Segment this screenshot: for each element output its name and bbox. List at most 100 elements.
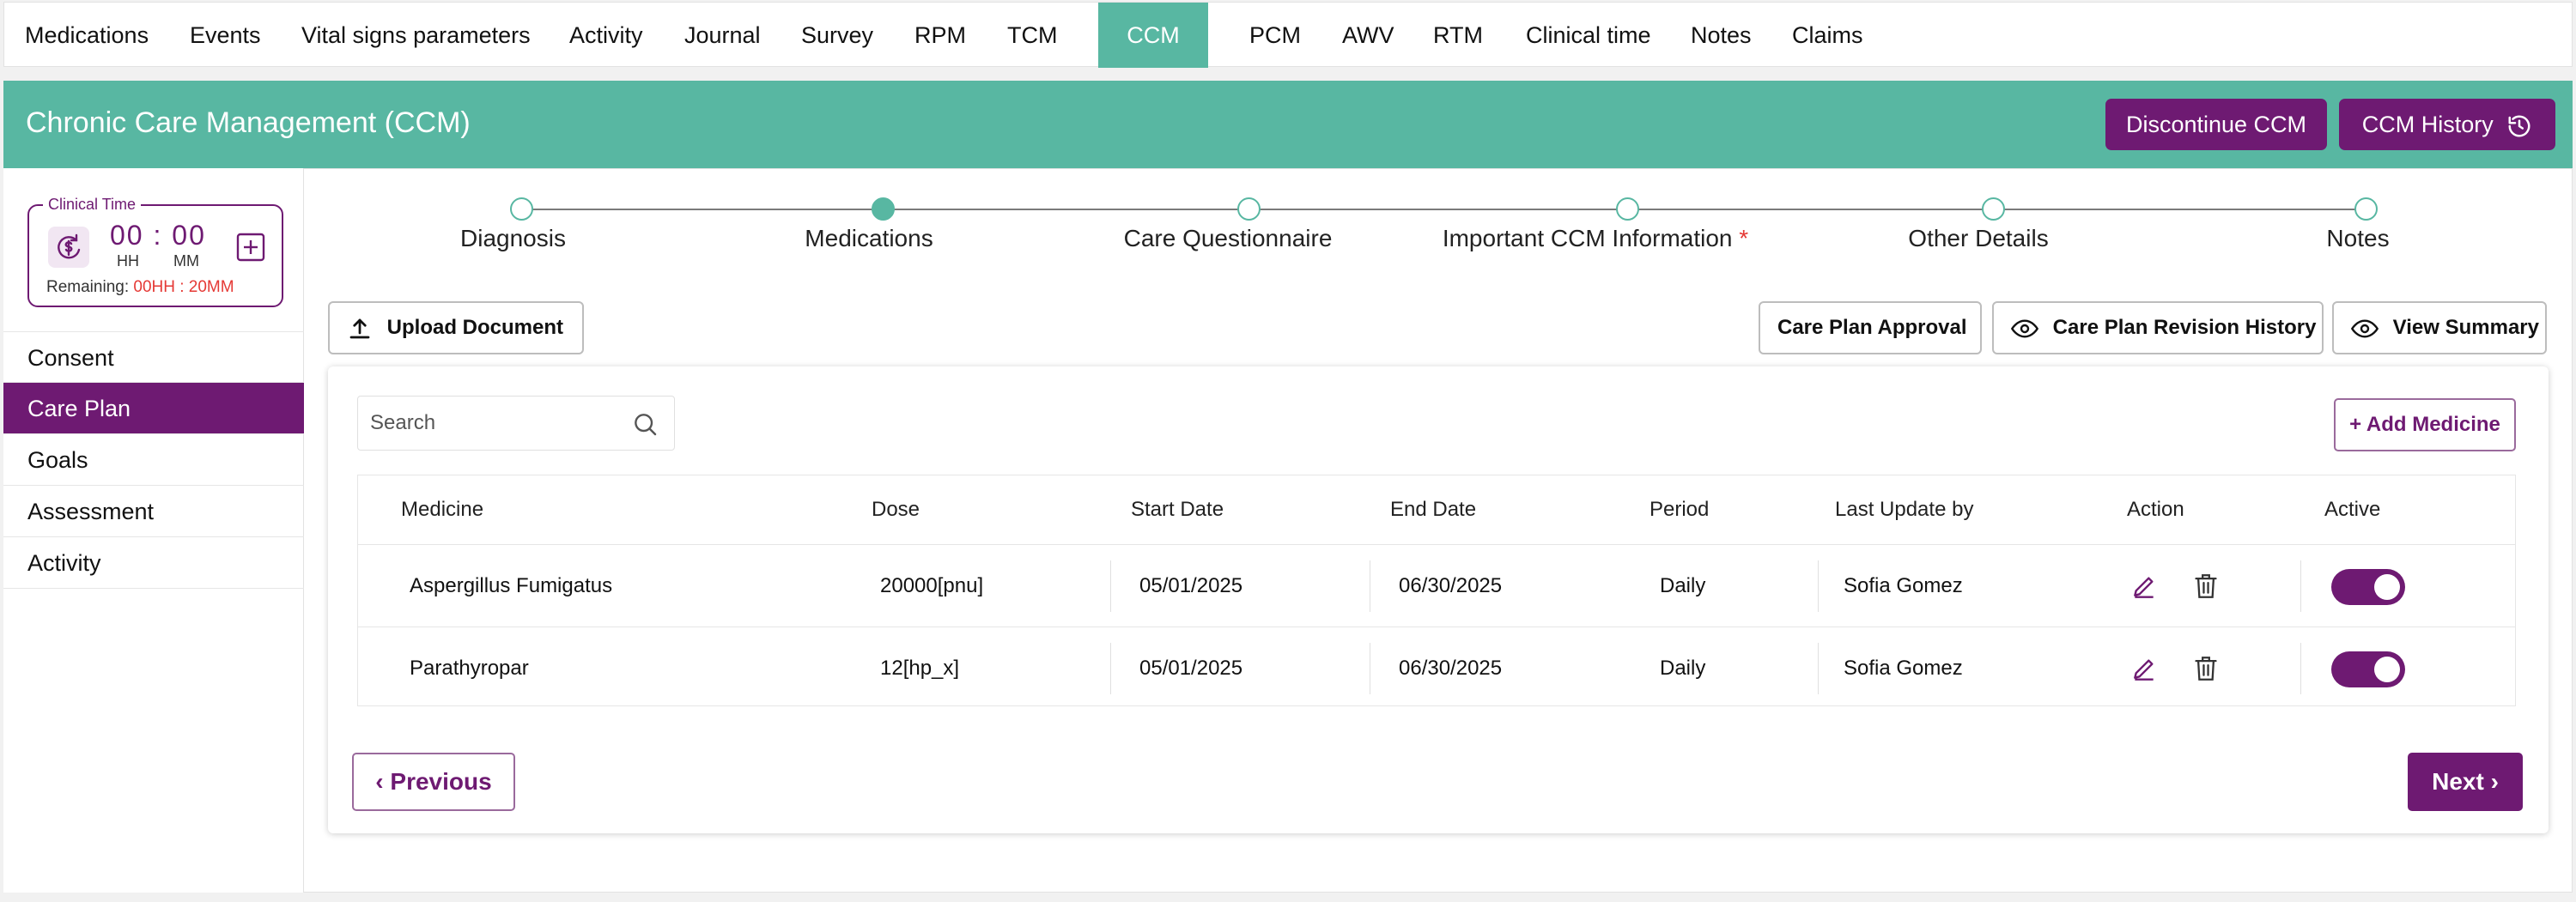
step-label-important-ccm-information[interactable]: Important CCM Information * <box>1443 225 1748 252</box>
chevron-right-icon: › <box>2490 768 2499 795</box>
cell-end-date: 06/30/2025 <box>1399 657 1503 680</box>
tab-rtm[interactable]: RTM <box>1433 3 1483 68</box>
clinical-time-hours: 00 <box>110 220 144 251</box>
column-header-start-date: Start Date <box>1131 498 1224 521</box>
cell-last-update-by: Sofia Gomez <box>1844 657 1963 680</box>
step-label-care-questionnaire[interactable]: Care Questionnaire <box>1124 225 1333 252</box>
tab-vital-signs-parameters[interactable]: Vital signs parameters <box>301 3 531 68</box>
tab-survey[interactable]: Survey <box>801 3 873 68</box>
tab-medications[interactable]: Medications <box>25 3 149 68</box>
step-label-diagnosis[interactable]: Diagnosis <box>460 225 566 252</box>
view-summary-label: View Summary <box>2392 316 2539 339</box>
table-row: Parathyropar 12[hp_x] 05/01/2025 06/30/2… <box>358 627 2515 709</box>
column-header-medicine: Medicine <box>401 498 484 521</box>
next-button[interactable]: Next › <box>2408 753 2523 811</box>
upload-document-label: Upload Document <box>386 316 564 339</box>
sidebar: Clinical Time 00 : 00 HH MM Remaining: 0… <box>3 168 304 893</box>
sidebar-item-consent[interactable]: Consent <box>3 331 304 383</box>
sidebar-item-care-plan[interactable]: Care Plan <box>3 383 304 434</box>
column-header-active: Active <box>2324 498 2381 521</box>
edit-icon[interactable] <box>2130 572 2158 604</box>
column-divider <box>1110 643 1111 694</box>
mm-label: MM <box>173 252 199 269</box>
tab-notes[interactable]: Notes <box>1691 3 1752 68</box>
remaining-value: 00HH : 20MM <box>133 278 234 296</box>
upload-icon <box>347 316 387 339</box>
step-label-medications[interactable]: Medications <box>805 225 933 252</box>
trash-icon[interactable] <box>2194 655 2218 687</box>
edit-icon[interactable] <box>2130 655 2158 687</box>
column-header-last-update-by: Last Update by <box>1835 498 1974 521</box>
clock-dollar-icon <box>48 227 89 268</box>
eye-icon <box>2010 316 2053 339</box>
column-header-period: Period <box>1649 498 1710 521</box>
chevron-left-icon: ‹ <box>375 768 384 795</box>
cell-last-update-by: Sofia Gomez <box>1844 574 1963 597</box>
medications-card: + Add Medicine Medicine Dose Start Date … <box>328 366 2549 833</box>
ccm-history-label: CCM History <box>2361 112 2494 137</box>
active-toggle[interactable] <box>2331 569 2405 605</box>
sidebar-item-goals[interactable]: Goals <box>3 434 304 486</box>
care-plan-approval-button[interactable]: Care Plan Approval <box>1759 301 1982 354</box>
tab-journal[interactable]: Journal <box>684 3 761 68</box>
search-input[interactable] <box>358 397 616 450</box>
care-plan-approval-label: Care Plan Approval <box>1777 316 1967 339</box>
cell-period: Daily <box>1660 657 1706 680</box>
column-divider <box>1818 560 1819 612</box>
remaining-label: Remaining: <box>46 278 130 296</box>
clinical-time-widget: Clinical Time 00 : 00 HH MM Remaining: 0… <box>27 196 283 307</box>
tab-events[interactable]: Events <box>190 3 261 68</box>
search-icon[interactable] <box>631 410 659 442</box>
tab-awv[interactable]: AWV <box>1342 3 1394 68</box>
tab-ccm[interactable]: CCM <box>1098 3 1208 68</box>
column-divider <box>2300 560 2301 612</box>
step-dot-diagnosis[interactable] <box>510 197 533 221</box>
cell-start-date: 05/01/2025 <box>1139 574 1243 597</box>
previous-button[interactable]: ‹ Previous <box>352 753 515 811</box>
add-medicine-button[interactable]: + Add Medicine <box>2334 398 2516 451</box>
sidebar-item-assessment[interactable]: Assessment <box>3 486 304 537</box>
tab-clinical-time[interactable]: Clinical time <box>1526 3 1651 68</box>
tab-rpm[interactable]: RPM <box>914 3 966 68</box>
active-toggle[interactable] <box>2331 651 2405 687</box>
upload-document-button[interactable]: Upload Document <box>328 301 584 354</box>
table-row: Aspergillus Fumigatus 20000[pnu] 05/01/2… <box>358 544 2515 627</box>
column-divider <box>1818 643 1819 694</box>
required-marker: * <box>1739 225 1749 251</box>
ccm-history-button[interactable]: CCM History <box>2339 99 2555 150</box>
step-dot-medications[interactable] <box>872 197 895 221</box>
add-time-icon[interactable] <box>235 232 266 263</box>
cell-start-date: 05/01/2025 <box>1139 657 1243 680</box>
clinical-time-legend: Clinical Time <box>43 196 142 214</box>
history-icon <box>2500 112 2532 137</box>
discontinue-ccm-label: Discontinue CCM <box>2125 112 2307 137</box>
top-nav: Medications Events Vital signs parameter… <box>3 2 2573 68</box>
page-header: Chronic Care Management (CCM) Discontinu… <box>3 81 2573 168</box>
tab-tcm[interactable]: TCM <box>1007 3 1057 68</box>
tab-claims[interactable]: Claims <box>1792 3 1863 68</box>
medications-table: Medicine Dose Start Date End Date Period… <box>357 475 2516 706</box>
toggle-knob <box>2374 657 2400 682</box>
column-divider <box>2300 643 2301 694</box>
previous-label: Previous <box>390 768 492 795</box>
page-title: Chronic Care Management (CCM) <box>26 106 471 139</box>
discontinue-ccm-button[interactable]: Discontinue CCM <box>2105 99 2327 150</box>
tab-activity[interactable]: Activity <box>569 3 643 68</box>
remaining-time: Remaining: 00HH : 20MM <box>46 278 234 297</box>
step-dot-notes[interactable] <box>2354 197 2378 221</box>
clinical-time-digits: 00 : 00 <box>110 220 206 251</box>
step-label-notes[interactable]: Notes <box>2326 225 2389 252</box>
toggle-knob <box>2374 574 2400 600</box>
view-summary-button[interactable]: View Summary <box>2332 301 2547 354</box>
tab-pcm[interactable]: PCM <box>1249 3 1301 68</box>
clinical-time-minutes: 00 <box>172 220 206 251</box>
care-plan-revision-history-button[interactable]: Care Plan Revision History <box>1992 301 2324 354</box>
step-label-other-details[interactable]: Other Details <box>1908 225 2048 252</box>
column-header-dose: Dose <box>872 498 920 521</box>
step-dot-other-details[interactable] <box>1982 197 2005 221</box>
step-dot-important-ccm-information[interactable] <box>1616 197 1639 221</box>
hh-label: HH <box>117 252 139 269</box>
trash-icon[interactable] <box>2194 572 2218 604</box>
step-dot-care-questionnaire[interactable] <box>1237 197 1261 221</box>
sidebar-item-activity[interactable]: Activity <box>3 537 304 589</box>
